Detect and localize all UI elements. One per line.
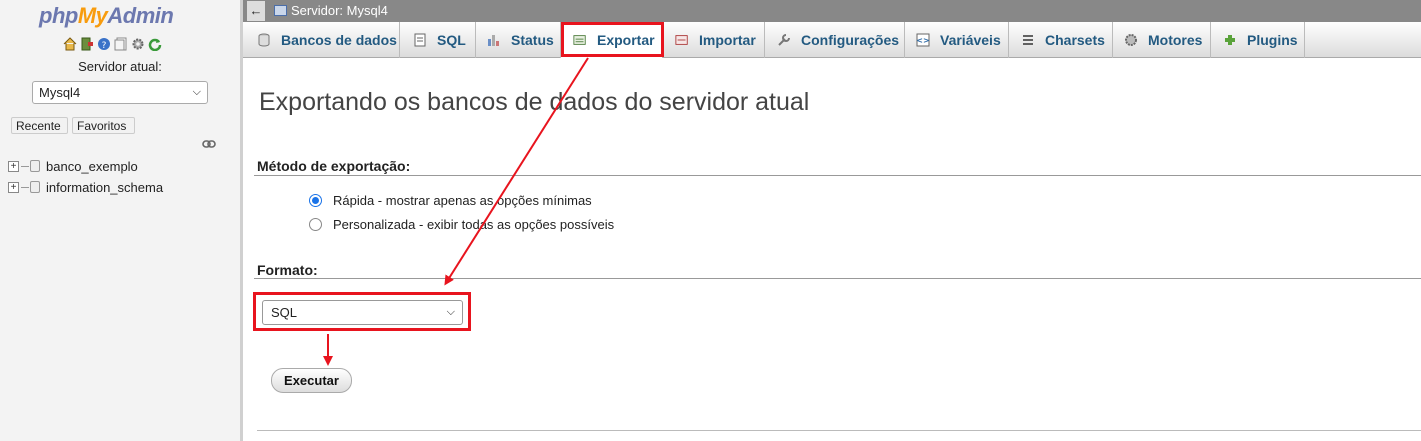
annotation-arrow-to-format bbox=[444, 57, 589, 286]
annotation-arrows bbox=[323, 57, 589, 366]
